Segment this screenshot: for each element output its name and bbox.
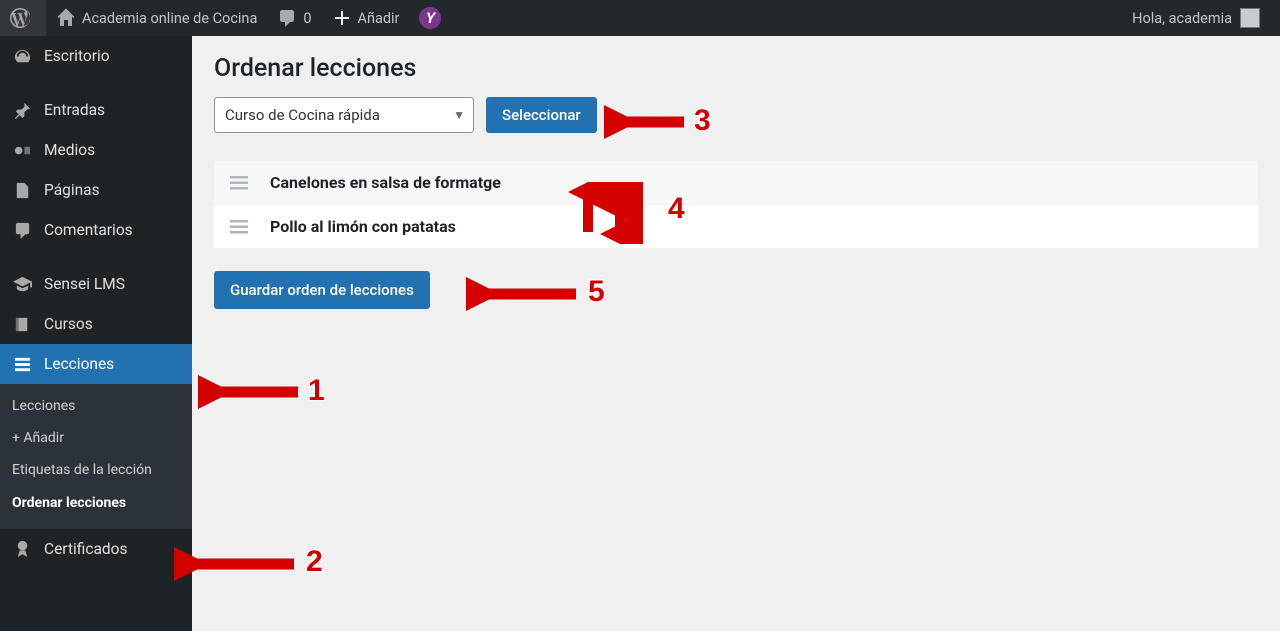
pin-icon [10, 100, 34, 120]
list-icon [10, 354, 34, 374]
sidebar-submenu-lessons: Lecciones + Añadir Etiquetas de la lecci… [0, 384, 192, 529]
submenu-item-tags[interactable]: Etiquetas de la lección [0, 454, 192, 486]
media-icon [10, 140, 34, 160]
sidebar-item-certificates[interactable]: Certificados [0, 529, 192, 569]
wordpress-icon [10, 8, 30, 28]
avatar-icon [1240, 8, 1260, 28]
sidebar-item-label: Comentarios [44, 221, 133, 239]
wordpress-logo[interactable] [0, 0, 46, 36]
select-button[interactable]: Seleccionar [486, 97, 597, 133]
sidebar-item-label: Sensei LMS [44, 275, 125, 293]
greeting-text: Hola, academia [1132, 10, 1232, 27]
yoast-icon: Y [419, 7, 441, 29]
add-new-label: Añadir [358, 10, 400, 27]
page-content: Ordenar lecciones Curso de Cocina rápida… [192, 36, 1280, 631]
comments-count: 0 [303, 10, 311, 27]
award-icon [10, 539, 34, 559]
sidebar-item-label: Páginas [44, 181, 100, 199]
comment-icon [10, 220, 34, 240]
sidebar-item-courses[interactable]: Cursos [0, 304, 192, 344]
course-select[interactable]: Curso de Cocina rápida ▼ [214, 97, 474, 133]
sidebar-item-pages[interactable]: Páginas [0, 170, 192, 210]
sidebar-item-posts[interactable]: Entradas [0, 90, 192, 130]
sidebar-item-media[interactable]: Medios [0, 130, 192, 170]
drag-handle-icon [230, 220, 252, 234]
sidebar-item-comments[interactable]: Comentarios [0, 210, 192, 250]
chevron-down-icon: ▼ [453, 108, 465, 122]
comments-link[interactable]: 0 [267, 0, 321, 36]
admin-sidebar: Escritorio Entradas Medios Páginas Comen… [0, 36, 192, 631]
sortable-lessons-list: Canelones en salsa de formatge Pollo al … [214, 161, 1258, 249]
sidebar-item-dashboard[interactable]: Escritorio [0, 36, 192, 76]
account-link[interactable]: Hola, academia [1122, 0, 1270, 36]
lesson-title: Pollo al limón con patatas [270, 217, 456, 236]
save-order-button[interactable]: Guardar orden de lecciones [214, 271, 430, 309]
speech-bubble-icon [277, 8, 297, 28]
yoast-link[interactable]: Y [409, 0, 451, 36]
graduation-cap-icon [10, 274, 34, 294]
page-title: Ordenar lecciones [214, 54, 1258, 83]
admin-bar-left: Academia online de Cocina 0 Añadir Y [0, 0, 451, 36]
submenu-item-lessons[interactable]: Lecciones [0, 390, 192, 422]
sidebar-item-sensei-lms[interactable]: Sensei LMS [0, 264, 192, 304]
site-link[interactable]: Academia online de Cocina [46, 0, 267, 36]
sidebar-item-label: Lecciones [44, 355, 114, 373]
submenu-item-order-lessons[interactable]: Ordenar lecciones [0, 487, 192, 519]
plus-icon [332, 8, 352, 28]
course-selector-row: Curso de Cocina rápida ▼ Seleccionar [214, 97, 1258, 133]
lesson-title: Canelones en salsa de formatge [270, 173, 501, 192]
sidebar-item-lessons[interactable]: Lecciones [0, 344, 192, 384]
submenu-item-add[interactable]: + Añadir [0, 422, 192, 454]
sidebar-item-label: Entradas [44, 101, 105, 119]
sortable-row[interactable]: Canelones en salsa de formatge [214, 161, 1258, 205]
page-icon [10, 180, 34, 200]
sidebar-item-label: Escritorio [44, 47, 110, 65]
course-select-value: Curso de Cocina rápida [225, 106, 380, 124]
site-title: Academia online de Cocina [82, 10, 257, 27]
drag-handle-icon [230, 176, 252, 190]
book-icon [10, 314, 34, 334]
sidebar-item-label: Medios [44, 141, 95, 159]
dashboard-icon [10, 46, 34, 66]
sortable-row[interactable]: Pollo al limón con patatas [214, 205, 1258, 249]
admin-bar-right: Hola, academia [1122, 0, 1280, 36]
add-new-link[interactable]: Añadir [322, 0, 410, 36]
admin-bar: Academia online de Cocina 0 Añadir Y Hol… [0, 0, 1280, 36]
sidebar-item-label: Cursos [44, 315, 93, 333]
sidebar-item-label: Certificados [44, 540, 128, 558]
home-icon [56, 8, 76, 28]
